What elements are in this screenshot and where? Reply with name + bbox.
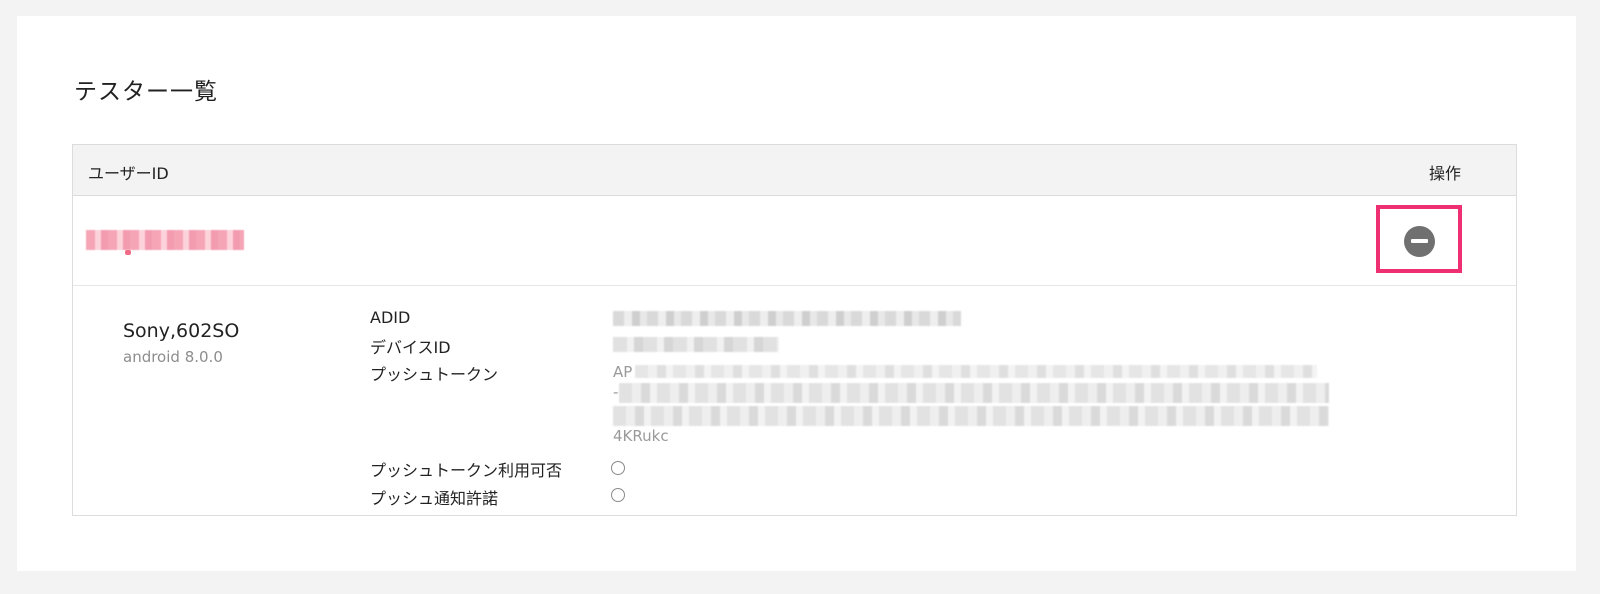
- device-id-label: デバイスID: [370, 338, 451, 357]
- push-token-label: プッシュトークン: [370, 365, 499, 384]
- tester-row: [73, 196, 1516, 286]
- user-id-redacted[interactable]: [86, 230, 244, 250]
- adid-label: ADID: [370, 308, 411, 327]
- push-token-line-2-start: -: [613, 383, 619, 401]
- remove-tester-button[interactable]: [1404, 226, 1435, 257]
- adid-value-redacted: [613, 311, 961, 326]
- table-header: ユーザーID 操作: [73, 145, 1516, 196]
- push-permission-label: プッシュ通知許諾: [370, 489, 499, 508]
- push-token-line-3-redacted: [613, 406, 1329, 426]
- push-token-available-label: プッシュトークン利用可否: [370, 461, 563, 480]
- column-header-actions: 操作: [1429, 164, 1462, 183]
- push-token-line-1-redacted: [635, 365, 1317, 378]
- push-token-available-radio[interactable]: [611, 461, 625, 475]
- push-token-line-1-start: AP: [613, 363, 633, 381]
- minus-circle-icon: [1411, 239, 1428, 243]
- tester-table: ユーザーID 操作 Sony,602SO android 8.0.0 ADID …: [72, 144, 1517, 516]
- device-id-value-redacted: [613, 337, 779, 352]
- push-permission-radio[interactable]: [611, 488, 625, 502]
- tester-list-card: テスター一覧 ユーザーID 操作 Sony,602SO android 8.0.…: [17, 16, 1576, 571]
- page-title: テスター一覧: [74, 79, 218, 105]
- column-header-user-id: ユーザーID: [88, 164, 169, 183]
- device-os-version: android 8.0.0: [123, 348, 223, 366]
- push-token-line-2-redacted: [619, 383, 1329, 403]
- user-id-redacted-tail: [125, 250, 131, 255]
- device-name: Sony,602SO: [123, 320, 240, 342]
- push-token-tail: 4KRukc: [613, 427, 669, 445]
